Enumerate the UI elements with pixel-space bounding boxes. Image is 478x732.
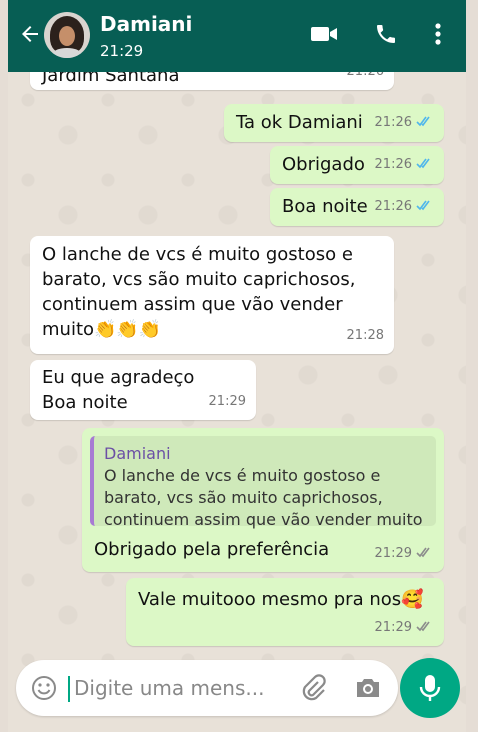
contact-status: 21:29 bbox=[100, 42, 144, 60]
quoted-line: barato, vcs são muito caprichosos, bbox=[104, 488, 383, 507]
message-time: 21:26 bbox=[374, 115, 412, 130]
message-line: Boa noite bbox=[42, 392, 128, 413]
message-line: barato, vcs são muito caprichosos, bbox=[42, 269, 356, 290]
message-text: Obrigado bbox=[282, 154, 365, 175]
message-time: 21:29 bbox=[374, 620, 412, 635]
message-text: Boa noite bbox=[282, 196, 368, 217]
message-meta: 21:26 bbox=[375, 195, 434, 219]
message-time: 21:26 bbox=[374, 157, 412, 172]
message-meta: 21:29 bbox=[375, 616, 434, 640]
quoted-author: Damiani bbox=[104, 444, 171, 463]
message-line: continuem assim que vão vender bbox=[42, 294, 343, 315]
message-outgoing[interactable]: Vale muitooo mesmo pra nos🥰 21:29 bbox=[126, 578, 444, 646]
message-time: 21:29 bbox=[208, 394, 246, 409]
chat-screen: Damiani 21:29 Jardim Santana 21:26 Ta ok… bbox=[8, 0, 466, 732]
delivered-ticks-icon bbox=[416, 621, 430, 632]
message-outgoing[interactable]: Boa noite 21:26 bbox=[270, 188, 444, 226]
message-outgoing[interactable]: Obrigado 21:26 bbox=[270, 146, 444, 184]
more-options-icon[interactable] bbox=[422, 18, 454, 50]
attach-icon[interactable] bbox=[300, 674, 326, 706]
message-line: muito👏👏👏 bbox=[42, 319, 162, 340]
contact-name[interactable]: Damiani bbox=[100, 12, 192, 36]
message-text: Vale muitooo mesmo pra nos🥰 bbox=[138, 589, 424, 610]
emoji-icon[interactable] bbox=[30, 674, 58, 706]
message-text: Ta ok Damiani bbox=[236, 112, 363, 133]
contact-avatar[interactable] bbox=[44, 12, 90, 58]
back-arrow-icon[interactable] bbox=[18, 22, 42, 51]
read-ticks-icon bbox=[416, 158, 430, 169]
mic-button[interactable] bbox=[400, 658, 460, 718]
message-outgoing-reply[interactable]: Damiani O lanche de vcs é muito gostoso … bbox=[82, 428, 444, 572]
mic-icon bbox=[419, 675, 441, 701]
message-line: O lanche de vcs é muito gostoso e bbox=[42, 244, 353, 265]
quoted-message[interactable]: Damiani O lanche de vcs é muito gostoso … bbox=[90, 436, 436, 529]
message-text: O lanche de vcs é muito gostoso e barato… bbox=[42, 242, 356, 342]
phone-icon[interactable] bbox=[370, 18, 402, 50]
message-meta: 21:26 bbox=[375, 153, 434, 177]
message-input[interactable]: Digite uma mens... bbox=[74, 676, 264, 700]
message-line: Eu que agradeço bbox=[42, 367, 195, 388]
text-cursor bbox=[68, 676, 70, 702]
message-meta: 21:29 bbox=[375, 542, 434, 566]
quoted-line: continuem assim que vão vender muito bbox=[104, 510, 423, 529]
quoted-line: O lanche de vcs é muito gostoso e bbox=[104, 466, 381, 485]
message-incoming[interactable]: O lanche de vcs é muito gostoso e barato… bbox=[30, 236, 394, 354]
message-input-bar[interactable]: Digite uma mens... bbox=[16, 660, 398, 716]
delivered-ticks-icon bbox=[416, 547, 430, 558]
message-time: 21:26 bbox=[374, 199, 412, 214]
message-text: Obrigado pela preferência bbox=[94, 539, 330, 560]
read-ticks-icon bbox=[416, 200, 430, 211]
chat-header: Damiani 21:29 bbox=[8, 0, 466, 72]
video-call-icon[interactable] bbox=[308, 18, 340, 50]
message-time: 21:28 bbox=[346, 328, 384, 343]
message-outgoing[interactable]: Ta ok Damiani 21:26 bbox=[224, 104, 444, 142]
message-meta: 21:26 bbox=[375, 111, 434, 135]
read-ticks-icon bbox=[416, 116, 430, 127]
message-incoming[interactable]: Eu que agradeço Boa noite 21:29 bbox=[30, 360, 256, 420]
camera-icon[interactable] bbox=[354, 675, 382, 705]
message-time: 21:29 bbox=[374, 546, 412, 561]
message-text: Eu que agradeço Boa noite bbox=[42, 365, 194, 415]
